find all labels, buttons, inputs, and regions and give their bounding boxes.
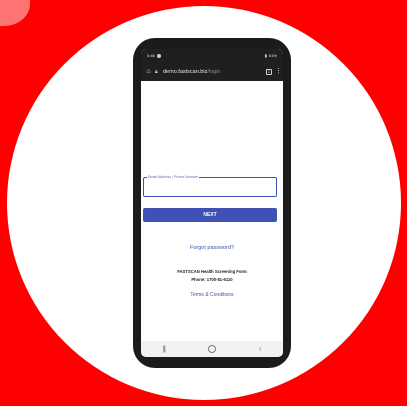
status-left: 5:46 — [147, 53, 161, 58]
browser-url-bar: ⌂ 🔒︎ demo.fastscan.biz/login 1 ⋮ — [141, 62, 283, 81]
forgot-password-link[interactable]: Forgot password? — [141, 245, 283, 251]
status-bar: 5:46 ▮ 61% — [141, 49, 283, 62]
android-nav-bar: ||| ‹ — [141, 341, 283, 357]
notification-icon — [156, 53, 161, 58]
status-time: 5:46 — [147, 53, 155, 58]
email-phone-input[interactable] — [143, 177, 277, 197]
lock-icon[interactable]: 🔒︎ — [155, 69, 160, 75]
recents-icon[interactable]: ||| — [162, 346, 166, 353]
signal-icon: ▮ — [264, 53, 267, 58]
url-domain: demo.fastscan.biz — [163, 68, 208, 75]
organization-phone: Phone: 1700-81-6110 — [191, 277, 233, 282]
organization-name: FASTSCAN Health Screening Form — [177, 269, 247, 274]
phone-screen: 5:46 ▮ 61% ⌂ 🔒︎ demo.fastscan.biz/login … — [141, 49, 283, 357]
email-phone-label: Email Address / Phone Number — [147, 175, 200, 179]
tab-switcher-icon[interactable]: 1 — [266, 68, 272, 75]
url-path: /login — [207, 68, 221, 75]
email-phone-field: Email Address / Phone Number — [143, 175, 277, 197]
status-right: ▮ 61% — [265, 53, 277, 58]
battery-percent: 61% — [268, 53, 277, 58]
home-button-icon[interactable] — [207, 345, 216, 353]
back-icon[interactable]: ‹ — [259, 345, 262, 353]
next-button[interactable]: NEXT — [143, 208, 277, 222]
terms-conditions-link[interactable]: Terms & Conditions — [141, 292, 283, 298]
url-field[interactable]: demo.fastscan.biz/login — [163, 66, 263, 77]
corner-shape — [0, 0, 30, 26]
home-icon[interactable]: ⌂ — [145, 68, 152, 75]
menu-icon[interactable]: ⋮ — [275, 68, 282, 75]
